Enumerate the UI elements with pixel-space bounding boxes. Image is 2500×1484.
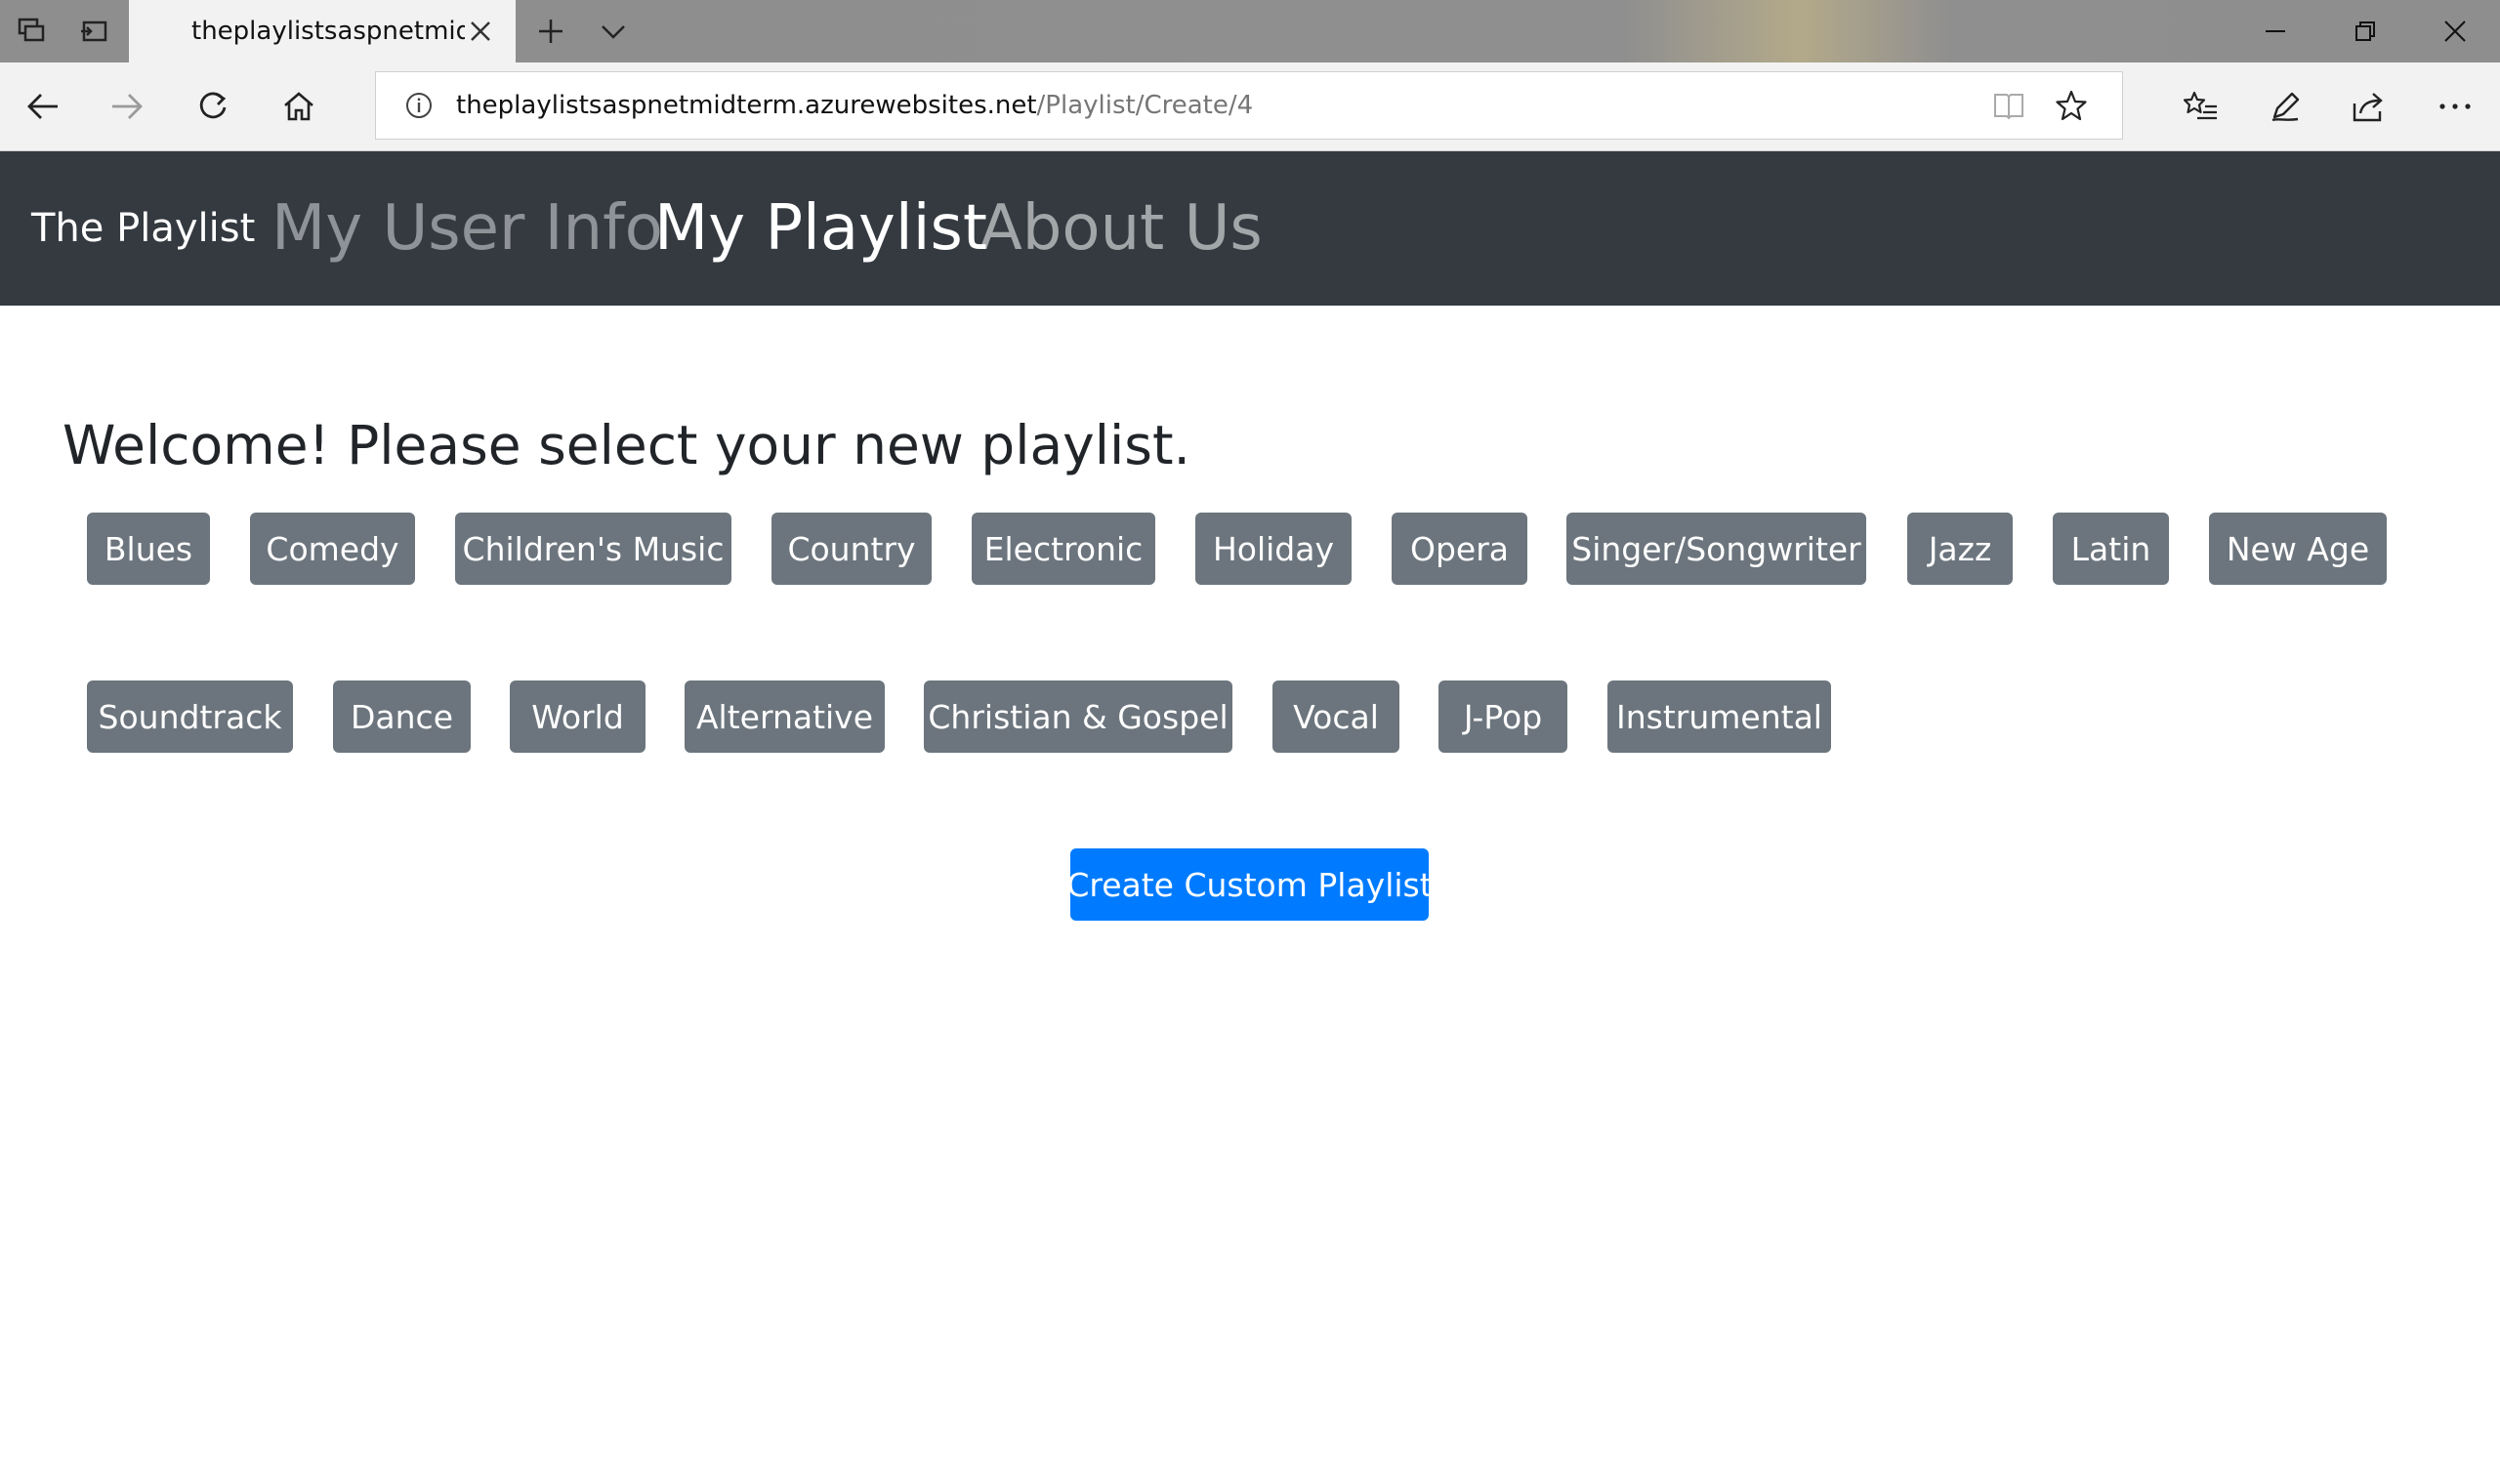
genre-button-alternative[interactable]: Alternative	[685, 680, 885, 753]
refresh-icon[interactable]	[172, 62, 254, 150]
genre-button-opera[interactable]: Opera	[1392, 513, 1527, 585]
genre-button-comedy[interactable]: Comedy	[250, 513, 415, 585]
genre-button-new-age[interactable]: New Age	[2209, 513, 2387, 585]
browser-tab[interactable]: theplaylistsaspnetmidte	[129, 0, 516, 62]
favorite-star-icon[interactable]	[2040, 72, 2103, 139]
genre-button-latin[interactable]: Latin	[2053, 513, 2169, 585]
back-arrow-icon[interactable]	[2, 62, 84, 150]
browser-tab-strip: theplaylistsaspnetmidte	[0, 0, 2500, 62]
address-bar[interactable]: theplaylistsaspnetmidterm.azurewebsites.…	[375, 71, 2123, 140]
genre-button-jazz[interactable]: Jazz	[1907, 513, 2013, 585]
genre-button-singer-songwriter[interactable]: Singer/Songwriter	[1566, 513, 1866, 585]
site-brand[interactable]: The Playlist	[31, 151, 255, 306]
new-tab-plus-icon[interactable]	[520, 0, 582, 62]
minimize-icon[interactable]	[2230, 0, 2320, 62]
genre-button-electronic[interactable]: Electronic	[972, 513, 1155, 585]
more-icon[interactable]	[2414, 62, 2496, 150]
close-tab-icon[interactable]	[459, 0, 502, 62]
pen-icon[interactable]	[2244, 62, 2326, 150]
create-custom-playlist-button[interactable]: Create Custom Playlist	[1066, 848, 1433, 921]
browser-toolbar: theplaylistsaspnetmidterm.azurewebsites.…	[0, 62, 2500, 151]
genre-button-country[interactable]: Country	[771, 513, 932, 585]
genre-button-holiday[interactable]: Holiday	[1195, 513, 1352, 585]
genre-button-blues[interactable]: Blues	[87, 513, 210, 585]
forward-arrow-icon[interactable]	[86, 62, 168, 150]
set-aside-tabs-icon[interactable]	[62, 0, 125, 62]
genre-button-childrens-music[interactable]: Children's Music	[455, 513, 731, 585]
genre-button-instrumental[interactable]: Instrumental	[1607, 680, 1831, 753]
genre-button-vocal[interactable]: Vocal	[1272, 680, 1399, 753]
tab-preview-chevron-down-icon[interactable]	[582, 0, 645, 62]
reading-view-icon[interactable]	[1978, 72, 2040, 139]
address-path: /Playlist/Create/4	[1036, 91, 1254, 120]
genre-button-j-pop[interactable]: J-Pop	[1438, 680, 1567, 753]
nav-link-about-us[interactable]: About Us	[979, 151, 1263, 306]
tab-title: theplaylistsaspnetmidte	[191, 17, 465, 46]
genre-button-soundtrack[interactable]: Soundtrack	[87, 680, 293, 753]
favorites-list-icon[interactable]	[2160, 62, 2242, 150]
page-heading: Welcome! Please select your new playlist…	[62, 414, 1190, 476]
site-navbar: The Playlist My User Info My Playlist Ab…	[0, 151, 2500, 306]
address-host: theplaylistsaspnetmidterm.azurewebsites.…	[456, 91, 1037, 120]
close-window-icon[interactable]	[2410, 0, 2500, 62]
restore-icon[interactable]	[2320, 0, 2410, 62]
site-info-icon[interactable]	[397, 84, 440, 127]
home-icon[interactable]	[258, 62, 340, 150]
genre-button-world[interactable]: World	[510, 680, 646, 753]
genre-button-dance[interactable]: Dance	[333, 680, 471, 753]
tab-actions-icon[interactable]	[0, 0, 62, 62]
nav-link-my-user-info[interactable]: My User Info	[271, 151, 663, 306]
share-icon[interactable]	[2328, 62, 2410, 150]
genre-button-christian-gospel[interactable]: Christian & Gospel	[924, 680, 1232, 753]
nav-link-my-playlist[interactable]: My Playlist	[654, 151, 987, 306]
